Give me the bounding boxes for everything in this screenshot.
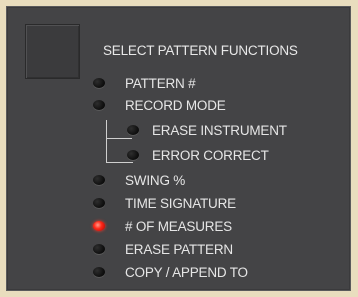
item-label: ERASE INSTRUMENT [152, 123, 287, 138]
led-indicator-active-icon [93, 221, 105, 231]
item-label: ERASE PATTERN [125, 242, 233, 257]
item-label: SWING % [125, 173, 186, 188]
item-swing[interactable]: SWING % [93, 172, 263, 190]
item-record-mode[interactable]: RECORD MODE [93, 97, 263, 115]
led-indicator-icon [93, 198, 105, 208]
item-label: ERROR CORRECT [152, 148, 269, 163]
led-indicator-icon [93, 100, 105, 110]
led-indicator-icon [93, 78, 105, 88]
item-label: # OF MEASURES [125, 219, 232, 234]
item-label: RECORD MODE [125, 98, 226, 113]
select-button[interactable] [25, 24, 80, 79]
led-indicator-icon [93, 267, 105, 277]
led-indicator-icon [127, 150, 139, 160]
led-indicator-icon [93, 244, 105, 254]
item-label: TIME SIGNATURE [125, 196, 236, 211]
item-erase-pattern[interactable]: ERASE PATTERN [93, 241, 263, 259]
panel-title: SELECT PATTERN FUNCTIONS [103, 43, 298, 58]
item-copy-append-to[interactable]: COPY / APPEND TO [93, 264, 283, 282]
item-pattern-number[interactable]: PATTERN # [93, 75, 263, 93]
item-error-correct[interactable]: ERROR CORRECT [127, 147, 337, 165]
item-label: COPY / APPEND TO [125, 265, 248, 280]
item-time-signature[interactable]: TIME SIGNATURE [93, 195, 263, 213]
item-erase-instrument[interactable]: ERASE INSTRUMENT [127, 122, 337, 140]
led-indicator-icon [93, 175, 105, 185]
led-indicator-icon [127, 125, 139, 135]
item-label: PATTERN # [125, 76, 196, 91]
pattern-functions-panel: SELECT PATTERN FUNCTIONS PATTERN # RECOR… [6, 6, 351, 291]
item-number-of-measures[interactable]: # OF MEASURES [93, 218, 263, 236]
